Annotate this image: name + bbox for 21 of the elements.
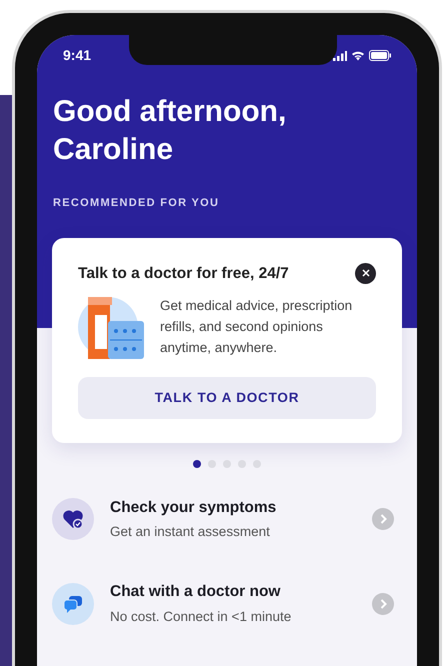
wifi-icon (351, 50, 365, 61)
section-label: RECOMMENDED FOR YOU (53, 196, 220, 211)
pill-bottle-drawing (78, 294, 146, 361)
signal-icon (333, 50, 347, 60)
greeting-heading: Good afternoon, Caroline (53, 94, 288, 168)
action-title: Chat with a doctor now (110, 582, 282, 602)
battery-icon (369, 50, 391, 61)
close-button[interactable] (355, 262, 376, 284)
talk-to-doctor-button[interactable]: TALK TO A DOCTOR (78, 376, 376, 419)
card-description: Get medical advice, prescription refills, and second opinions anytime, anywhere. (160, 296, 354, 357)
status-time: 9:41 (63, 46, 92, 65)
chat-icon (52, 582, 94, 624)
chevron-icon (372, 592, 394, 614)
close-icon (362, 269, 370, 278)
action-item[interactable]: Check your symptoms Get an instant assessment (52, 496, 402, 542)
card-title: Talk to a doctor for free, 24/7 (78, 264, 289, 284)
action-title: Check your symptoms (110, 498, 278, 518)
chevron-icon (372, 508, 394, 530)
action-subtitle: Get an instant assessment (110, 523, 271, 541)
action-subtitle: No cost. Connect in <1 minute (110, 608, 292, 626)
action-item[interactable]: Chat with a doctor now No cost. Connect in <1 minute (52, 580, 402, 627)
